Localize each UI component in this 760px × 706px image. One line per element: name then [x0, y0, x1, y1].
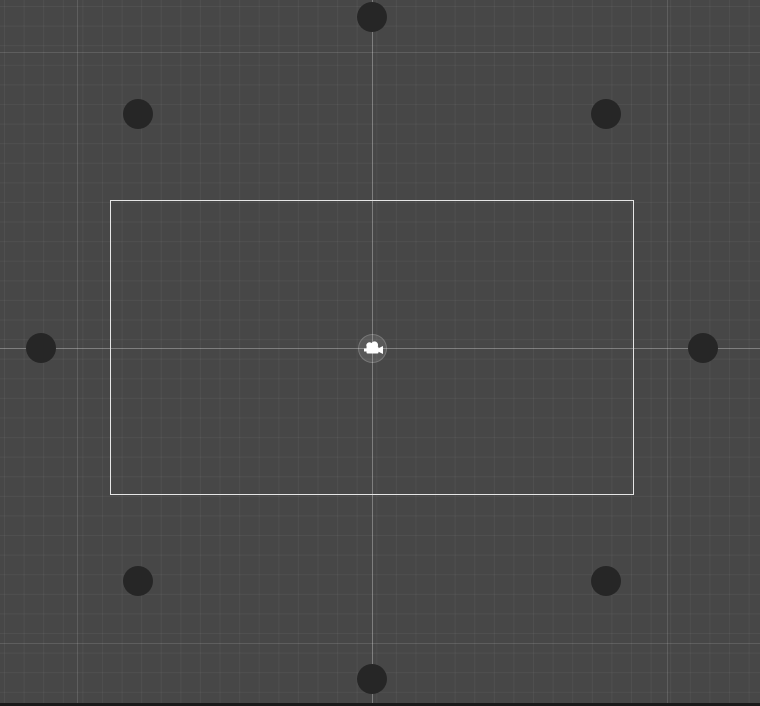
grid-major-line-top: [0, 52, 760, 53]
handle-top-right[interactable]: [591, 99, 621, 129]
handle-bottom-left[interactable]: [123, 566, 153, 596]
handle-bottom-right[interactable]: [591, 566, 621, 596]
camera-icon: [364, 341, 383, 354]
handle-top[interactable]: [357, 2, 387, 32]
handle-left[interactable]: [26, 333, 56, 363]
scene-view-viewport[interactable]: [0, 0, 760, 703]
handle-top-left[interactable]: [123, 99, 153, 129]
grid-major-line-right: [667, 0, 668, 703]
camera-gizmo[interactable]: [358, 334, 387, 363]
grid-major-line-left: [77, 0, 78, 703]
handle-right[interactable]: [688, 333, 718, 363]
handle-bottom[interactable]: [357, 664, 387, 694]
grid-major-line-bottom: [0, 643, 760, 644]
